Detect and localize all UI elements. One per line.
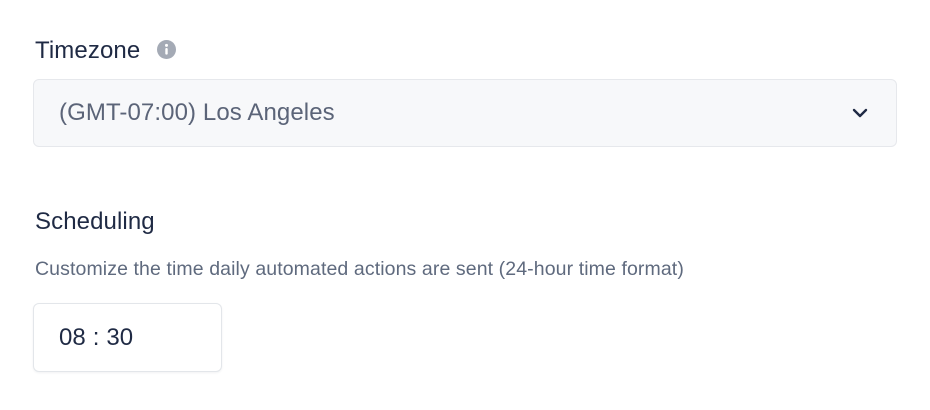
time-separator: : <box>92 323 100 351</box>
info-icon[interactable] <box>157 40 177 59</box>
time-minutes[interactable]: 30 <box>106 324 133 352</box>
scheduling-time-input[interactable]: 08 : 30 <box>33 303 222 372</box>
time-hours[interactable]: 08 <box>59 324 86 352</box>
timezone-selected-value: (GMT-07:00) Los Angeles <box>59 99 335 126</box>
scheduling-description: Customize the time daily automated actio… <box>35 258 684 280</box>
timezone-label: Timezone <box>35 37 141 64</box>
timezone-select[interactable]: (GMT-07:00) Los Angeles <box>33 79 897 147</box>
timezone-label-row: Timezone <box>35 34 177 68</box>
chevron-down-icon[interactable] <box>850 103 870 123</box>
scheduling-title: Scheduling <box>35 208 155 235</box>
